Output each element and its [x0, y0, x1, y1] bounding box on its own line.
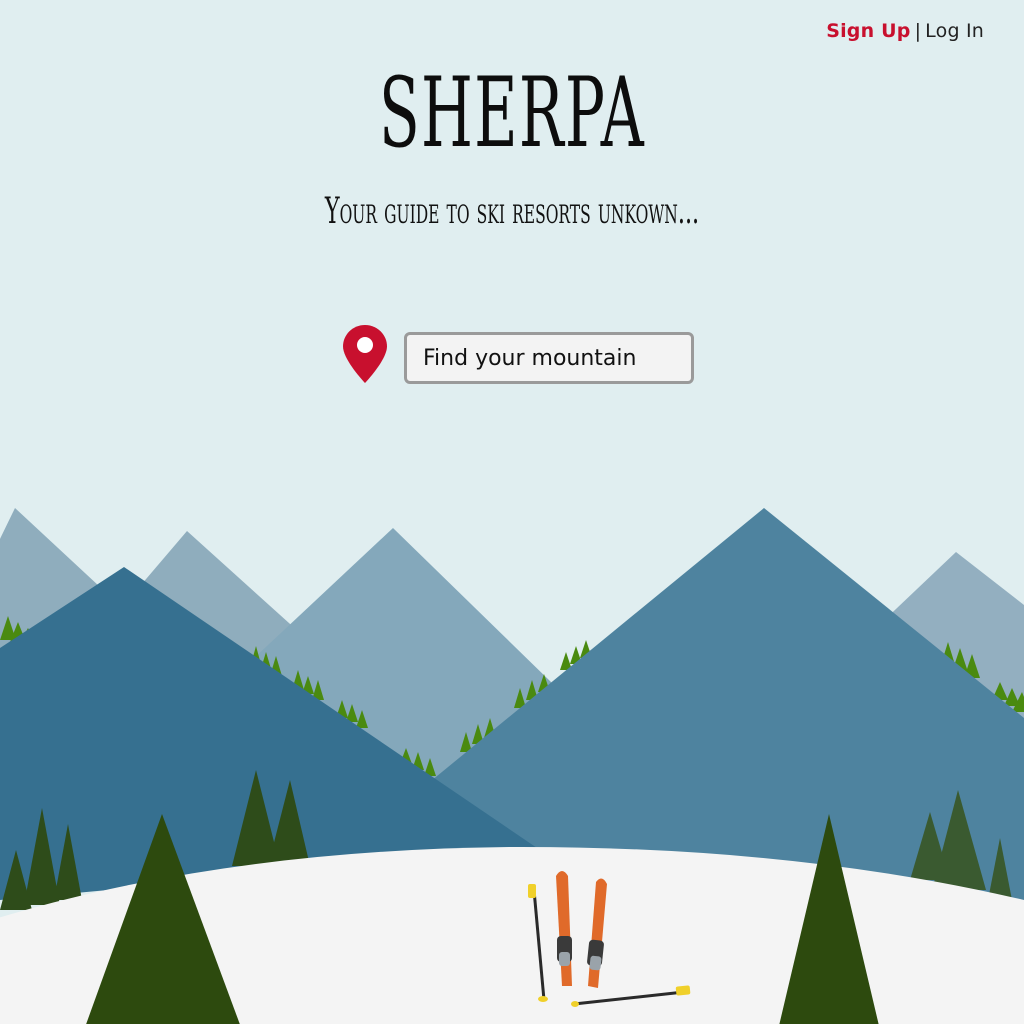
sign-up-link[interactable]: Sign Up [826, 20, 910, 42]
auth-separator: | [914, 20, 922, 42]
brand-title: SHERPA [379, 57, 645, 169]
landing-page: Sign Up | Log In SHERPA Your guide to ski … [0, 0, 1024, 1024]
map-pin-icon [343, 325, 387, 383]
auth-nav: Sign Up | Log In [826, 20, 984, 42]
search-input[interactable] [404, 332, 694, 384]
log-in-link[interactable]: Log In [925, 20, 984, 42]
tagline: Your guide to ski resorts unkown... [324, 191, 700, 232]
